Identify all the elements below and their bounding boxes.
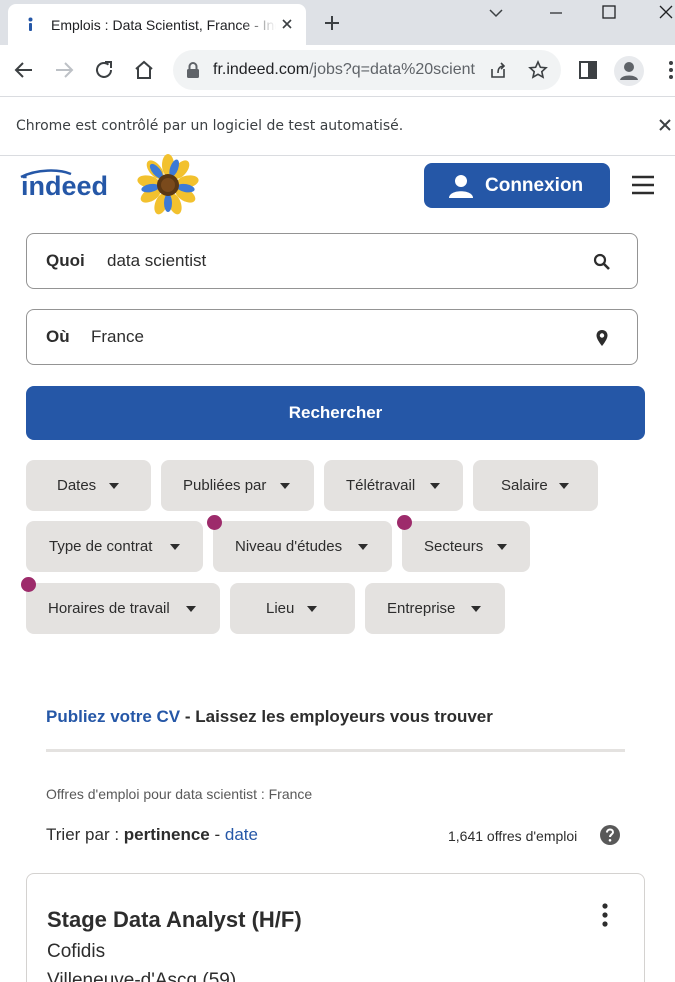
chevron-down-icon: [170, 544, 180, 550]
job-options-kebab-icon[interactable]: [595, 902, 615, 928]
sort-control: Trier par : pertinence - date: [46, 825, 258, 845]
sort-separator: -: [209, 825, 225, 844]
profile-avatar[interactable]: [614, 56, 644, 86]
search-icon: [593, 253, 610, 270]
results-heading: Offres d'emploi pour data scientist : Fr…: [46, 786, 313, 802]
lock-icon[interactable]: [185, 61, 201, 79]
chevron-down-icon: [497, 544, 507, 550]
job-location: Villeneuve-d'Ascq (59): [47, 970, 237, 982]
upload-cv-link[interactable]: Publiez votre CV: [46, 707, 180, 726]
window-close-icon[interactable]: [655, 2, 675, 24]
browser-tab-active[interactable]: Emplois : Data Scientist, France - Indee…: [8, 4, 306, 45]
job-company: Cofidis: [47, 941, 106, 962]
what-search-field[interactable]: Quoi: [26, 233, 638, 289]
job-card[interactable]: Stage Data Analyst (H/F) Cofidis Villene…: [26, 873, 645, 982]
filter-education-level[interactable]: Niveau d'études: [213, 521, 392, 572]
browser-toolbar: fr.indeed.com/jobs?q=data%20scientist&l=…: [0, 45, 675, 97]
search-submit-button[interactable]: Rechercher: [26, 386, 645, 440]
filter-label: Salaire: [501, 477, 548, 494]
automation-infobar: Chrome est contrôlé par un logiciel de t…: [0, 98, 675, 156]
bookmark-star-icon[interactable]: [527, 59, 549, 81]
filter-label: Horaires de travail: [48, 600, 170, 617]
forward-arrow-icon[interactable]: [52, 58, 76, 82]
filter-work-hours[interactable]: Horaires de travail: [26, 583, 220, 634]
chevron-down-icon: [559, 483, 569, 489]
hamburger-menu-icon[interactable]: [631, 175, 655, 195]
where-search-field[interactable]: Où: [26, 309, 638, 365]
tab-title: Emplois : Data Scientist, France - Indee…: [51, 17, 276, 33]
indeed-favicon-icon: [28, 17, 33, 31]
minimize-icon[interactable]: [545, 2, 567, 24]
filter-dates[interactable]: Dates: [26, 460, 151, 511]
maximize-icon[interactable]: [598, 2, 620, 24]
chevron-down-icon: [358, 544, 368, 550]
side-panel-icon[interactable]: [576, 58, 600, 82]
filter-label: Niveau d'études: [235, 538, 343, 555]
divider: [46, 749, 625, 752]
what-input[interactable]: [107, 251, 567, 271]
filter-label: Secteurs: [424, 538, 484, 555]
url-host: fr.indeed.com: [213, 61, 310, 78]
chevron-down-icon: [186, 606, 196, 612]
filter-label: Télétravail: [346, 477, 416, 494]
share-icon[interactable]: [487, 59, 509, 81]
browser-tabstrip: Emplois : Data Scientist, France - Indee…: [0, 0, 675, 45]
profile-person-icon: [620, 62, 638, 80]
upload-cv-promo-text: - Laissez les employeurs vous trouver: [180, 707, 493, 726]
infobar-close-icon[interactable]: [657, 117, 673, 133]
results-count: 1,641 offres d'emploi: [448, 828, 578, 844]
what-label: Quoi: [46, 251, 85, 270]
user-icon: [449, 175, 473, 198]
filter-remote[interactable]: Télétravail: [324, 460, 463, 511]
location-pin-icon: [596, 330, 608, 346]
sort-by-date-link[interactable]: date: [225, 825, 258, 844]
url-path: /jobs?q=data%20scientist&l=France: [309, 61, 475, 78]
login-label: Connexion: [485, 175, 584, 196]
chevron-down-icon: [280, 483, 290, 489]
filter-contract-type[interactable]: Type de contrat: [26, 521, 203, 572]
job-title[interactable]: Stage Data Analyst (H/F): [47, 907, 302, 933]
address-bar[interactable]: fr.indeed.com/jobs?q=data%20scientist&l=…: [173, 50, 561, 90]
chevron-down-icon: [307, 606, 317, 612]
filter-notification-dot: [21, 577, 36, 592]
chevron-down-icon: [430, 483, 440, 489]
filter-label: Type de contrat: [49, 538, 153, 555]
chevron-down-icon: [109, 483, 119, 489]
help-question-icon[interactable]: [599, 824, 621, 846]
browser-menu-kebab-icon[interactable]: [659, 58, 675, 82]
filter-label: Publiées par: [183, 477, 267, 494]
filter-location[interactable]: Lieu: [230, 583, 355, 634]
back-arrow-icon[interactable]: [12, 58, 36, 82]
sunflower-icon: [137, 154, 199, 215]
reload-icon[interactable]: [92, 58, 116, 82]
filter-notification-dot: [207, 515, 222, 530]
new-tab-plus-icon[interactable]: [321, 12, 343, 34]
url-text[interactable]: fr.indeed.com/jobs?q=data%20scientist&l=…: [213, 61, 475, 79]
infobar-message: Chrome est contrôlé par un logiciel de t…: [16, 118, 404, 134]
indeed-logo[interactable]: indeed: [19, 168, 115, 198]
filter-label: Lieu: [266, 600, 295, 617]
filter-label: Entreprise: [387, 600, 456, 617]
upload-cv-promo: Publiez votre CV - Laissez les employeur…: [46, 707, 493, 727]
tab-close-icon[interactable]: [278, 15, 296, 33]
filter-salary[interactable]: Salaire: [473, 460, 598, 511]
filter-company[interactable]: Entreprise: [365, 583, 505, 634]
home-icon[interactable]: [132, 58, 156, 82]
filter-published-by[interactable]: Publiées par: [161, 460, 314, 511]
sort-label: Trier par :: [46, 825, 124, 844]
filter-notification-dot: [397, 515, 412, 530]
logo-wordmark: indeed: [21, 171, 108, 198]
where-input[interactable]: [91, 327, 551, 347]
tab-search-chevron-icon[interactable]: [485, 2, 507, 24]
filter-sectors[interactable]: Secteurs: [402, 521, 530, 572]
sort-relevance: pertinence: [123, 825, 210, 844]
chevron-down-icon: [471, 606, 481, 612]
filter-label: Dates: [57, 477, 97, 494]
login-button[interactable]: Connexion: [424, 163, 610, 208]
where-label: Où: [46, 327, 70, 346]
